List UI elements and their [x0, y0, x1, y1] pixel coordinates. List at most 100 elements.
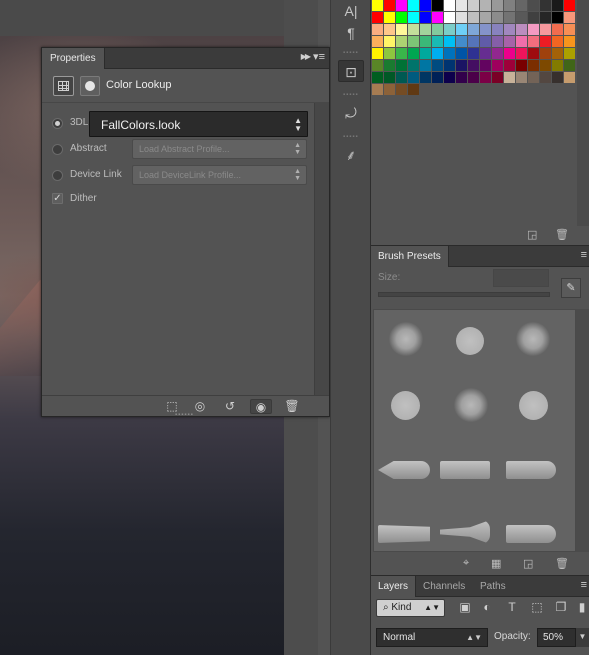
color-swatch[interactable]	[492, 24, 503, 35]
color-swatch[interactable]	[372, 12, 383, 23]
color-lookup-adjustment-icon[interactable]	[53, 76, 74, 96]
color-swatch[interactable]	[552, 0, 563, 11]
color-swatch[interactable]	[456, 60, 467, 71]
brush-preset-item[interactable]	[516, 322, 550, 356]
collapse-icon[interactable]: ▶▶	[301, 52, 311, 61]
color-swatch[interactable]	[564, 60, 575, 71]
color-swatch[interactable]	[516, 12, 527, 23]
tab-layers[interactable]: Layers	[371, 576, 417, 597]
color-swatch[interactable]	[540, 24, 551, 35]
color-swatch[interactable]	[420, 48, 431, 59]
color-swatch[interactable]	[408, 12, 419, 23]
color-swatch[interactable]	[552, 72, 563, 83]
color-swatch[interactable]	[456, 24, 467, 35]
swatches-scrollbar[interactable]	[577, 0, 589, 226]
color-swatch[interactable]	[456, 36, 467, 47]
new-swatch-icon[interactable]: ◲	[527, 228, 537, 241]
color-swatch[interactable]	[468, 48, 479, 59]
color-swatch[interactable]	[444, 48, 455, 59]
abstract-profile-select[interactable]: Load Abstract Profile... ▲ ▼	[132, 139, 307, 159]
properties-tab[interactable]: Properties	[42, 48, 105, 69]
opacity-dropdown-icon[interactable]: ▼	[576, 628, 589, 647]
color-swatch[interactable]	[396, 36, 407, 47]
panel-menu-icon[interactable]: ≡	[581, 249, 587, 261]
color-swatch[interactable]	[480, 72, 491, 83]
color-swatch[interactable]	[480, 24, 491, 35]
radio-3dlut-file[interactable]	[52, 118, 63, 129]
color-swatch[interactable]	[480, 36, 491, 47]
trash-icon[interactable]: 🗑	[284, 399, 300, 414]
color-swatch[interactable]	[540, 36, 551, 47]
color-swatch[interactable]	[516, 48, 527, 59]
color-swatch[interactable]	[480, 0, 491, 11]
color-swatch[interactable]	[564, 72, 575, 83]
color-swatch[interactable]	[396, 60, 407, 71]
color-swatch[interactable]	[444, 36, 455, 47]
radio-abstract[interactable]	[52, 144, 63, 155]
color-swatch[interactable]	[552, 48, 563, 59]
color-swatch[interactable]	[456, 72, 467, 83]
brush-preset-item[interactable]	[389, 322, 423, 356]
brush-preset-item[interactable]	[391, 391, 420, 420]
color-swatch[interactable]	[492, 12, 503, 23]
color-swatch[interactable]	[540, 72, 551, 83]
color-swatch[interactable]	[468, 60, 479, 71]
panel-menu-icon[interactable]: ≡	[581, 579, 587, 591]
color-swatch[interactable]	[528, 0, 539, 11]
color-swatch[interactable]	[384, 84, 395, 95]
size-slider[interactable]	[378, 292, 550, 297]
color-swatch[interactable]	[552, 60, 563, 71]
color-swatch[interactable]	[516, 60, 527, 71]
radio-device-link[interactable]	[52, 170, 63, 181]
color-swatch[interactable]	[420, 60, 431, 71]
color-swatch[interactable]	[420, 0, 431, 11]
brush-preset-item[interactable]	[506, 461, 556, 479]
color-swatch[interactable]	[456, 48, 467, 59]
color-swatch[interactable]	[384, 24, 395, 35]
color-swatch[interactable]	[432, 12, 443, 23]
color-swatch[interactable]	[372, 60, 383, 71]
color-swatch[interactable]	[528, 12, 539, 23]
color-swatch[interactable]	[444, 24, 455, 35]
color-swatch[interactable]	[540, 60, 551, 71]
color-swatch[interactable]	[468, 36, 479, 47]
color-swatch[interactable]	[492, 36, 503, 47]
brush-tool-icon[interactable]: ⸙	[338, 144, 364, 166]
color-swatch[interactable]	[384, 0, 395, 11]
new-preset-icon[interactable]: ◲	[523, 557, 533, 570]
color-swatch[interactable]	[504, 0, 515, 11]
brush-preset-item[interactable]	[456, 327, 484, 355]
color-swatch[interactable]	[552, 36, 563, 47]
color-swatch[interactable]	[528, 36, 539, 47]
brush-preset-item[interactable]	[378, 525, 430, 543]
color-swatch[interactable]	[432, 24, 443, 35]
color-swatch[interactable]	[492, 72, 503, 83]
size-input[interactable]	[493, 269, 549, 287]
color-swatch[interactable]	[528, 60, 539, 71]
color-swatch[interactable]	[408, 84, 419, 95]
color-swatch[interactable]	[432, 60, 443, 71]
color-swatch[interactable]	[480, 12, 491, 23]
color-swatch[interactable]	[552, 24, 563, 35]
color-swatch[interactable]	[372, 84, 383, 95]
color-swatch[interactable]	[456, 0, 467, 11]
color-swatch[interactable]	[444, 12, 455, 23]
color-swatch[interactable]	[516, 36, 527, 47]
brush-preset-item[interactable]	[506, 525, 556, 543]
shape-filter-icon[interactable]: ⬚	[529, 599, 545, 615]
reset-icon[interactable]: ↺	[222, 399, 238, 414]
color-swatch[interactable]	[444, 0, 455, 11]
color-swatch[interactable]	[564, 12, 575, 23]
tab-channels[interactable]: Channels	[416, 576, 472, 597]
history-icon[interactable]: ⤾	[338, 102, 364, 124]
color-swatch[interactable]	[504, 72, 515, 83]
tab-paths[interactable]: Paths	[473, 576, 513, 597]
color-swatch[interactable]	[528, 24, 539, 35]
view-previous-state-icon[interactable]: ◎	[192, 399, 208, 414]
smart-object-filter-icon[interactable]: ❐	[553, 599, 569, 615]
properties-strip-icon[interactable]: ⊡	[338, 60, 364, 82]
color-swatch[interactable]	[408, 0, 419, 11]
type-filter-icon[interactable]: T	[504, 599, 520, 615]
color-swatch[interactable]	[564, 36, 575, 47]
color-swatch[interactable]	[516, 24, 527, 35]
